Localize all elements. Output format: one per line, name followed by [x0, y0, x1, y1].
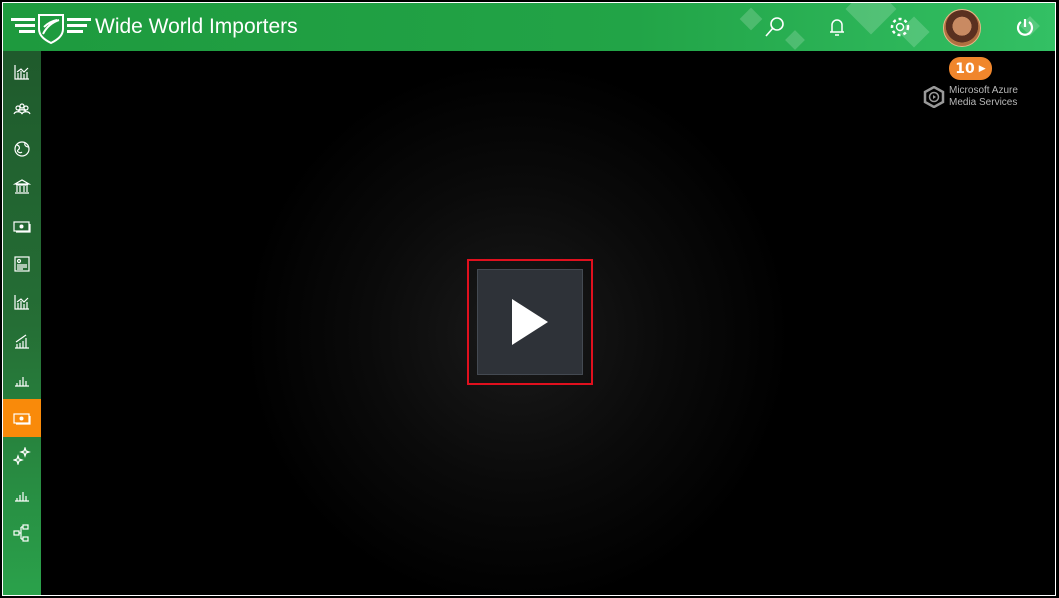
azure-media-icon [923, 86, 945, 108]
sidebar-item-12[interactable] [3, 475, 41, 513]
logo-icon [11, 14, 91, 44]
play-icon [512, 299, 548, 345]
avatar[interactable] [943, 9, 981, 47]
document-icon [14, 256, 30, 272]
skip-forward-badge[interactable]: 10 ▶ [949, 57, 992, 80]
sparkles-icon [13, 447, 31, 465]
provider-logo: Microsoft Azure Media Services [923, 85, 1018, 109]
search-icon[interactable] [763, 15, 787, 39]
line-chart-icon [14, 65, 29, 80]
header: Wide World Importers [3, 3, 1055, 51]
bar-chart-icon [15, 492, 29, 502]
sidebar-item-10[interactable] [3, 398, 41, 437]
sidebar [3, 51, 41, 595]
sidebar-item-9[interactable] [3, 360, 41, 398]
sidebar-item-6[interactable] [3, 245, 41, 283]
app-title: Wide World Importers [95, 15, 298, 38]
line-chart-icon [14, 295, 29, 310]
org-chart-icon [13, 524, 29, 542]
play-button[interactable] [477, 269, 583, 375]
sidebar-item-13[interactable] [3, 514, 41, 552]
play-button-highlight [467, 259, 593, 385]
sidebar-item-4[interactable] [3, 168, 41, 206]
sidebar-item-8[interactable] [3, 322, 41, 360]
people-icon [13, 103, 31, 115]
gear-icon[interactable] [888, 15, 912, 39]
provider-line1: Microsoft Azure [949, 85, 1018, 96]
play-small-icon: ▶ [978, 63, 986, 74]
sidebar-item-3[interactable] [3, 130, 41, 168]
skip-seconds: 10 [955, 60, 975, 77]
money-icon [13, 412, 31, 425]
bar-chart-icon [15, 377, 29, 387]
sidebar-item-7[interactable] [3, 283, 41, 321]
provider-line2: Media Services [949, 97, 1018, 108]
sidebar-item-2[interactable] [3, 91, 41, 129]
bell-icon[interactable] [825, 15, 849, 39]
sidebar-item-1[interactable] [3, 53, 41, 91]
bank-icon [13, 179, 31, 194]
sidebar-item-11[interactable] [3, 437, 41, 475]
sidebar-item-5[interactable] [3, 207, 41, 245]
money-icon [13, 220, 31, 233]
app-window: Wide World Importers 10 ▶ Microsoft Azure… [2, 2, 1056, 596]
globe-icon [14, 141, 30, 157]
growth-chart-icon [15, 334, 29, 349]
power-icon[interactable] [1013, 15, 1037, 39]
